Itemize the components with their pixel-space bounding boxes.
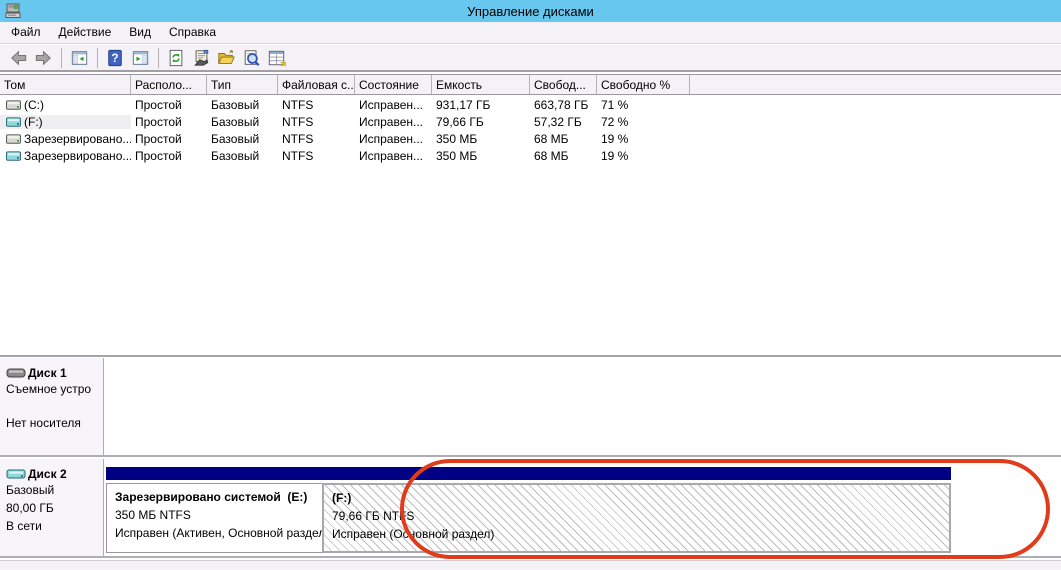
title-bar: Управление дисками	[0, 0, 1061, 22]
volume-layout: Простой	[131, 115, 207, 129]
volume-status: Исправен...	[355, 149, 432, 163]
volume-capacity: 931,17 ГБ	[432, 98, 530, 112]
disk-row-1: Диск 1 Съемное устро Нет носителя	[0, 358, 1061, 457]
menu-bar: Файл Действие Вид Справка	[0, 22, 1061, 44]
volume-free-pct: 71 %	[597, 98, 690, 112]
partition-f[interactable]: (F:) 79,66 ГБ NTFS Исправен (Основной ра…	[322, 467, 951, 555]
partition-title: (F:)	[332, 489, 949, 507]
volume-filesystem: NTFS	[278, 98, 355, 112]
refresh-icon[interactable]	[164, 47, 188, 69]
show-action-pane-icon[interactable]	[128, 47, 152, 69]
disk1-header[interactable]: Диск 1 Съемное устро Нет носителя	[0, 358, 104, 455]
volume-type: Базовый	[207, 149, 278, 163]
back-icon[interactable]	[6, 47, 30, 69]
volume-free: 68 МБ	[530, 149, 597, 163]
volume-table-body: (C:) Простой Базовый NTFS Исправен... 93…	[0, 96, 1061, 353]
toolbar-separator	[158, 48, 159, 68]
column-header-type[interactable]: Тип	[207, 75, 278, 94]
volume-name: Зарезервировано...	[24, 149, 131, 163]
svg-text:★: ★	[280, 58, 286, 67]
help-icon[interactable]: ?	[103, 47, 127, 69]
menu-action[interactable]: Действие	[50, 22, 121, 43]
disk1-name: Диск 1	[28, 366, 67, 380]
toolbar-separator	[97, 48, 98, 68]
column-header-capacity[interactable]: Емкость	[432, 75, 530, 94]
column-header-status[interactable]: Состояние	[355, 75, 432, 94]
volume-layout: Простой	[131, 132, 207, 146]
volume-layout: Простой	[131, 98, 207, 112]
disk-graphical-view: Диск 1 Съемное устро Нет носителя Диск 2…	[0, 355, 1061, 570]
disk2-size: 80,00 ГБ	[6, 499, 99, 517]
volume-status: Исправен...	[355, 115, 432, 129]
column-header-filesystem[interactable]: Файловая с...	[278, 75, 355, 94]
volume-capacity: 79,66 ГБ	[432, 115, 530, 129]
volume-name: Зарезервировано...	[24, 132, 131, 146]
table-row[interactable]: Зарезервировано... Простой Базовый NTFS …	[0, 147, 1061, 164]
properties-icon[interactable]	[189, 47, 213, 69]
volume-status: Исправен...	[355, 132, 432, 146]
volume-free: 57,32 ГБ	[530, 115, 597, 129]
next-disk-row-clipped	[0, 560, 1061, 570]
volume-name: (C:)	[24, 98, 44, 112]
forward-icon[interactable]	[31, 47, 55, 69]
disk1-kind: Съемное устро	[6, 380, 99, 398]
volume-free-pct: 19 %	[597, 132, 690, 146]
disk-row-2: Диск 2 Базовый 80,00 ГБ В сети Зарезерви…	[0, 459, 1061, 558]
volume-capacity: 350 МБ	[432, 132, 530, 146]
svg-text:?: ?	[111, 52, 118, 65]
volume-capacity: 350 МБ	[432, 149, 530, 163]
volume-free: 68 МБ	[530, 132, 597, 146]
volume-free-pct: 72 %	[597, 115, 690, 129]
column-header-free[interactable]: Свобод...	[530, 75, 597, 94]
toolbar: ? ★	[0, 45, 1061, 72]
show-console-tree-icon[interactable]	[67, 47, 91, 69]
menu-help[interactable]: Справка	[160, 22, 225, 43]
disk2-name: Диск 2	[28, 467, 67, 481]
volume-free-pct: 19 %	[597, 149, 690, 163]
menu-view[interactable]: Вид	[120, 22, 160, 43]
find-icon[interactable]	[239, 47, 263, 69]
disk2-status: В сети	[6, 517, 99, 535]
volume-type: Базовый	[207, 132, 278, 146]
partition-color-strip	[322, 467, 951, 480]
basic-disk-icon	[6, 467, 26, 481]
volume-filesystem: NTFS	[278, 149, 355, 163]
console-window-icon[interactable]: ★	[264, 47, 288, 69]
volume-table-header: Том Располо... Тип Файловая с... Состоян…	[0, 74, 1061, 95]
volume-filesystem: NTFS	[278, 132, 355, 146]
open-icon[interactable]	[214, 47, 238, 69]
disk2-kind: Базовый	[6, 481, 99, 499]
volume-layout: Простой	[131, 149, 207, 163]
partition-size: 79,66 ГБ NTFS	[332, 507, 949, 525]
table-row[interactable]: (C:) Простой Базовый NTFS Исправен... 93…	[0, 96, 1061, 113]
drive-teal-icon	[6, 116, 21, 128]
drive-gray-icon	[6, 99, 21, 111]
volume-type: Базовый	[207, 115, 278, 129]
column-header-filler	[690, 75, 1061, 94]
volume-filesystem: NTFS	[278, 115, 355, 129]
column-header-free-pct[interactable]: Свободно %	[597, 75, 690, 94]
removable-disk-icon	[6, 366, 26, 380]
disk1-status: Нет носителя	[6, 414, 99, 432]
disk-management-window: Управление дисками Файл Действие Вид Спр…	[0, 0, 1061, 570]
table-row[interactable]: Зарезервировано... Простой Базовый NTFS …	[0, 130, 1061, 147]
column-header-volume[interactable]: Том	[0, 75, 131, 94]
volume-free: 663,78 ГБ	[530, 98, 597, 112]
volume-name: (F:)	[24, 115, 43, 129]
partition-status: Исправен (Основной раздел)	[332, 525, 949, 543]
volume-type: Базовый	[207, 98, 278, 112]
toolbar-separator	[61, 48, 62, 68]
table-row[interactable]: (F:) Простой Базовый NTFS Исправен... 79…	[0, 113, 1061, 130]
disk2-header[interactable]: Диск 2 Базовый 80,00 ГБ В сети	[0, 459, 104, 556]
menu-file[interactable]: Файл	[2, 22, 50, 43]
column-header-layout[interactable]: Располо...	[131, 75, 207, 94]
drive-gray-icon	[6, 133, 21, 145]
drive-teal-icon	[6, 150, 21, 162]
window-title: Управление дисками	[0, 4, 1061, 19]
volume-status: Исправен...	[355, 98, 432, 112]
